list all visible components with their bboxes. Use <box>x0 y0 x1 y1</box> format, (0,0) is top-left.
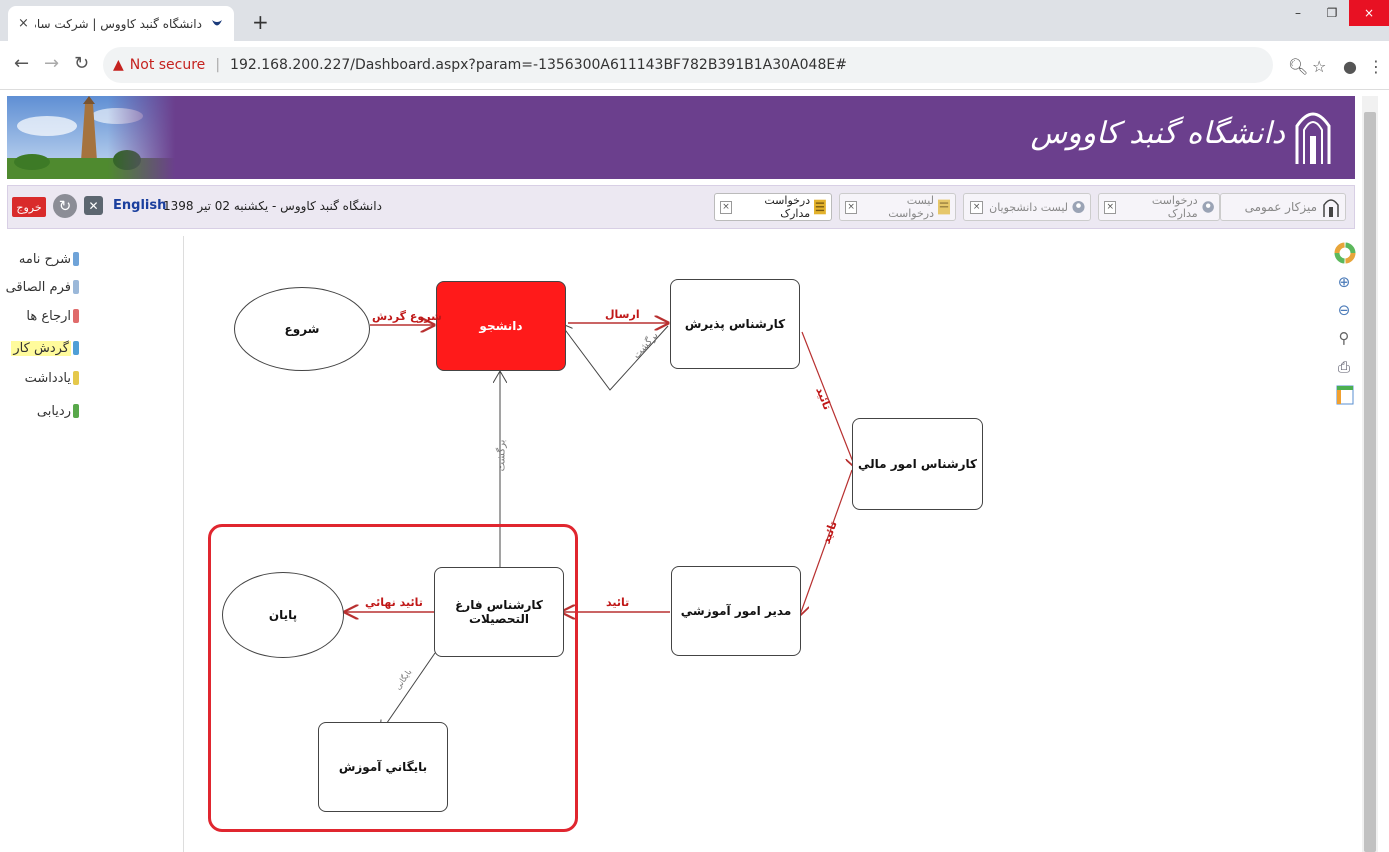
zoom-reset-icon[interactable]: ⚲ <box>1334 328 1354 348</box>
edge-label-send: ارسال <box>605 308 640 321</box>
node-student-current[interactable]: دانشجو <box>436 281 566 371</box>
highlight-annotation-box <box>208 524 578 832</box>
scrollbar-thumb[interactable] <box>1364 112 1376 852</box>
zoom-in-icon[interactable]: ⊕ <box>1334 272 1354 292</box>
edge-label-start-flow: شروع گردش <box>372 310 442 323</box>
color-wheel-icon[interactable] <box>1334 242 1356 264</box>
zoom-out-icon[interactable]: ⊖ <box>1334 300 1354 320</box>
node-admission-expert[interactable]: کارشناس پذیرش <box>670 279 800 369</box>
node-start[interactable]: شروع <box>234 287 370 371</box>
edge-label-approve-3: تائید <box>606 596 630 609</box>
print-icon[interactable]: ⎙ <box>1334 357 1354 377</box>
export-icon[interactable] <box>1336 385 1354 405</box>
node-finance-expert[interactable]: کارشناس امور مالي <box>852 418 983 510</box>
node-education-manager[interactable]: مدیر امور آموزشي <box>671 566 801 656</box>
edge-label-return-left: برگشت <box>496 439 508 472</box>
